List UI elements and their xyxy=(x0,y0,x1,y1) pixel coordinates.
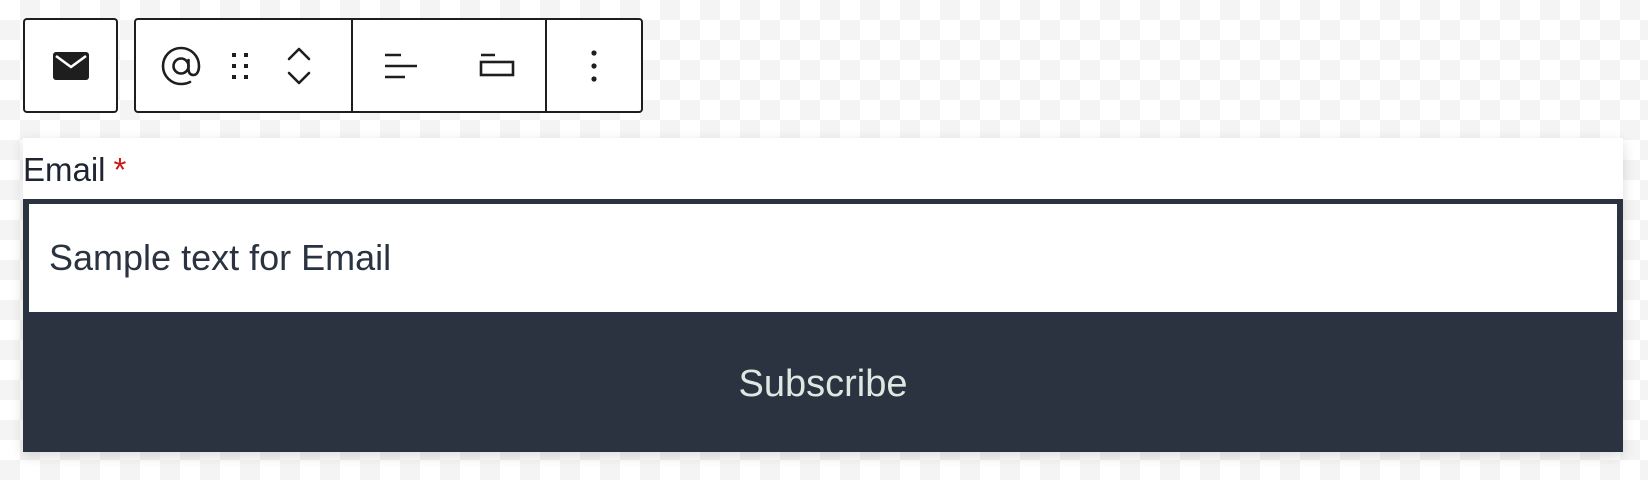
email-label: Email * xyxy=(23,150,126,190)
layout-section xyxy=(351,20,545,111)
block-toolbar xyxy=(23,18,643,113)
move-up-button[interactable] xyxy=(254,20,344,66)
required-marker: * xyxy=(113,151,127,188)
drag-handle-icon xyxy=(230,51,250,81)
subscribe-form: Email* Subscribe xyxy=(23,138,1623,452)
block-type-group xyxy=(23,18,118,113)
block-type-button[interactable] xyxy=(25,20,116,111)
move-down-icon xyxy=(286,70,312,86)
email-field[interactable] xyxy=(29,204,1617,312)
move-up-icon xyxy=(286,46,312,62)
block-controls-group xyxy=(134,18,643,113)
block-mover xyxy=(254,20,344,111)
options-section xyxy=(545,20,641,111)
justify-button[interactable] xyxy=(353,20,449,111)
drag-handle-button[interactable] xyxy=(226,20,254,111)
more-options-icon xyxy=(590,49,598,83)
at-sign-icon xyxy=(159,44,203,88)
email-field-wrapper xyxy=(23,199,1623,316)
justify-left-icon xyxy=(383,52,419,80)
envelope-icon xyxy=(52,51,89,80)
width-button[interactable] xyxy=(449,20,545,111)
block-mover-section xyxy=(136,20,351,111)
subscribe-button[interactable]: Subscribe xyxy=(23,316,1623,452)
width-icon xyxy=(479,52,515,80)
more-options-button[interactable] xyxy=(547,20,641,111)
email-field-button[interactable] xyxy=(136,20,226,111)
email-label-text: Email xyxy=(23,151,106,188)
move-down-button[interactable] xyxy=(254,66,344,112)
